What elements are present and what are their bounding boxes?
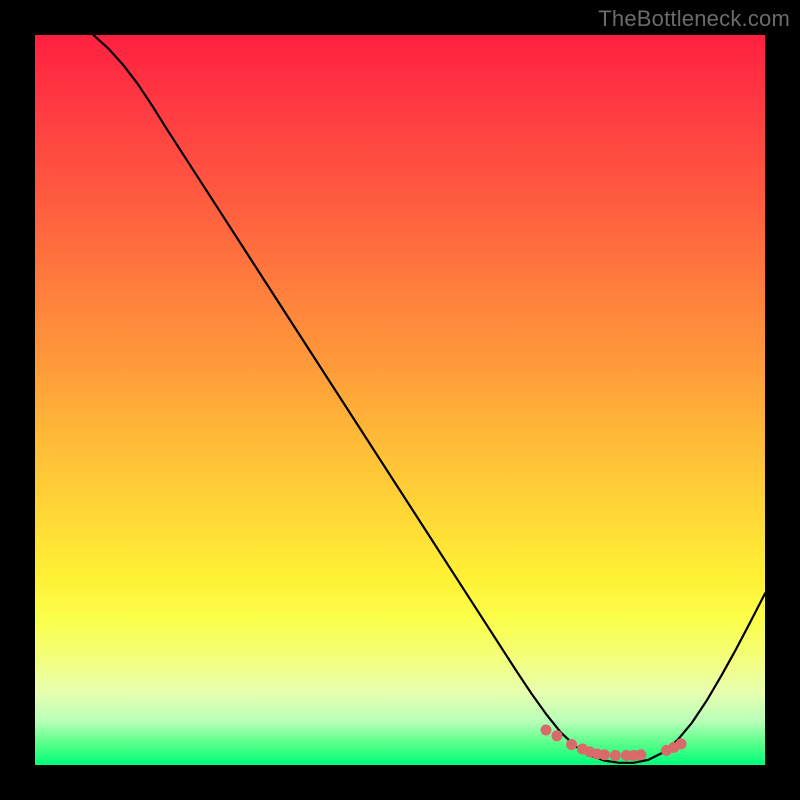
curve-svg (35, 35, 765, 765)
marker-group (541, 724, 687, 761)
marker-dot (551, 730, 562, 741)
marker-dot (541, 724, 552, 735)
chart-container: TheBottleneck.com (0, 0, 800, 800)
watermark-text: TheBottleneck.com (598, 6, 790, 32)
marker-dot (599, 749, 610, 760)
marker-dot (566, 739, 577, 750)
bottleneck-curve (93, 35, 765, 763)
plot-area (35, 35, 765, 765)
marker-dot (635, 749, 646, 760)
marker-dot (676, 738, 687, 749)
marker-dot (610, 750, 621, 761)
